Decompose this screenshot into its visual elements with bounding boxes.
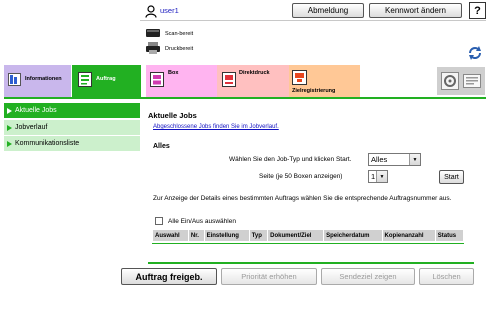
tab-label: Auftrag [96, 76, 116, 82]
jobs-table: Auswahl Nr. Einstellung Typ Dokument/Zie… [152, 229, 465, 242]
box-icon [150, 72, 164, 87]
job-icon [78, 72, 92, 87]
select-all-label: Alle Ein/Aus auswählen [168, 218, 236, 225]
column-header: Typ [248, 229, 269, 242]
actions-divider [148, 262, 474, 264]
logout-button[interactable]: Abmeldung [292, 3, 364, 18]
destination-icon [292, 70, 307, 85]
sidebar-item-kommunikationsliste[interactable]: Kommunikationsliste [4, 136, 140, 151]
job-type-label: Wählen Sie den Job-Typ und klicken Start… [229, 156, 352, 163]
display-icon [463, 74, 481, 88]
release-job-button[interactable]: Auftrag freigeb. [121, 268, 217, 285]
column-header: Speicherdatum [323, 229, 383, 242]
tab-auftrag[interactable]: Auftrag [72, 65, 141, 97]
scan-status: Scan-bereit [165, 31, 194, 37]
tab-label: Box [168, 70, 179, 76]
job-type-select[interactable]: Alles ▼ [368, 153, 421, 166]
start-button[interactable]: Start [439, 170, 464, 184]
header-divider [140, 20, 486, 21]
delete-button[interactable]: Löschen [419, 268, 474, 285]
tab-label: Informationen [25, 76, 62, 82]
sidebar-item-label: Kommunikationsliste [15, 140, 80, 147]
sidebar-item-jobverlauf[interactable]: Jobverlauf [4, 120, 140, 135]
tab-informationen[interactable]: Informationen [4, 65, 71, 97]
job-type-value: Alles [371, 155, 388, 164]
change-password-button[interactable]: Kennwort ändern [369, 3, 462, 18]
instruction-text: Zur Anzeige der Details eines bestimmten… [153, 195, 452, 202]
column-header: Dokument/Ziel [267, 229, 325, 242]
sidebar-item-label: Jobverlauf [15, 124, 48, 131]
tab-zielregistrierung[interactable]: Zielregistrierung [289, 65, 360, 97]
printer-icon [146, 42, 160, 54]
raise-priority-button[interactable]: Priorität erhöhen [221, 268, 317, 285]
arrow-icon [7, 140, 12, 147]
arrow-icon [7, 107, 12, 114]
tab-direktdruck[interactable]: Direktdruck [217, 65, 289, 97]
user-icon [145, 5, 157, 18]
help-icon[interactable]: ? [469, 2, 486, 19]
section-heading: Alles [153, 143, 170, 150]
chevron-down-icon: ▼ [376, 171, 387, 182]
tab-label: Zielregistrierung [292, 88, 336, 94]
print-status: Druckbereit [165, 46, 194, 52]
page-select[interactable]: 1 ▼ [368, 170, 388, 183]
user-name: user1 [160, 6, 179, 15]
settings-icon [441, 72, 459, 90]
column-header: Einstellung [203, 229, 250, 242]
sidebar-item-label: Aktuelle Jobs [15, 107, 57, 114]
tab-maintenance[interactable] [437, 67, 485, 95]
information-icon [8, 73, 21, 86]
arrow-icon [7, 124, 12, 131]
page-label: Seite (je 50 Boxen anzeigen) [259, 173, 343, 180]
page-title: Aktuelle Jobs [148, 111, 197, 120]
column-header: Nr. [187, 229, 205, 242]
scanner-icon [146, 29, 160, 37]
column-header: Status [434, 229, 465, 242]
tab-underline [4, 97, 486, 99]
column-header: Kopienanzahl [381, 229, 436, 242]
page-value: 1 [371, 172, 376, 181]
sidebar-item-aktuelle-jobs[interactable]: Aktuelle Jobs [4, 103, 140, 118]
tab-label: Direktdruck [239, 70, 270, 76]
show-destination-button[interactable]: Sendeziel zeigen [321, 268, 415, 285]
job-history-link[interactable]: Abgeschlossene Jobs finden Sie im Jobver… [153, 124, 279, 130]
tab-box[interactable]: Box [146, 65, 217, 97]
table-header-row: Auswahl Nr. Einstellung Typ Dokument/Zie… [152, 229, 465, 242]
column-header: Auswahl [152, 229, 189, 242]
select-all-checkbox[interactable] [155, 217, 163, 225]
table-divider [152, 243, 464, 244]
refresh-icon[interactable] [467, 45, 483, 61]
direct-print-icon [222, 72, 236, 87]
chevron-down-icon: ▼ [409, 154, 420, 165]
